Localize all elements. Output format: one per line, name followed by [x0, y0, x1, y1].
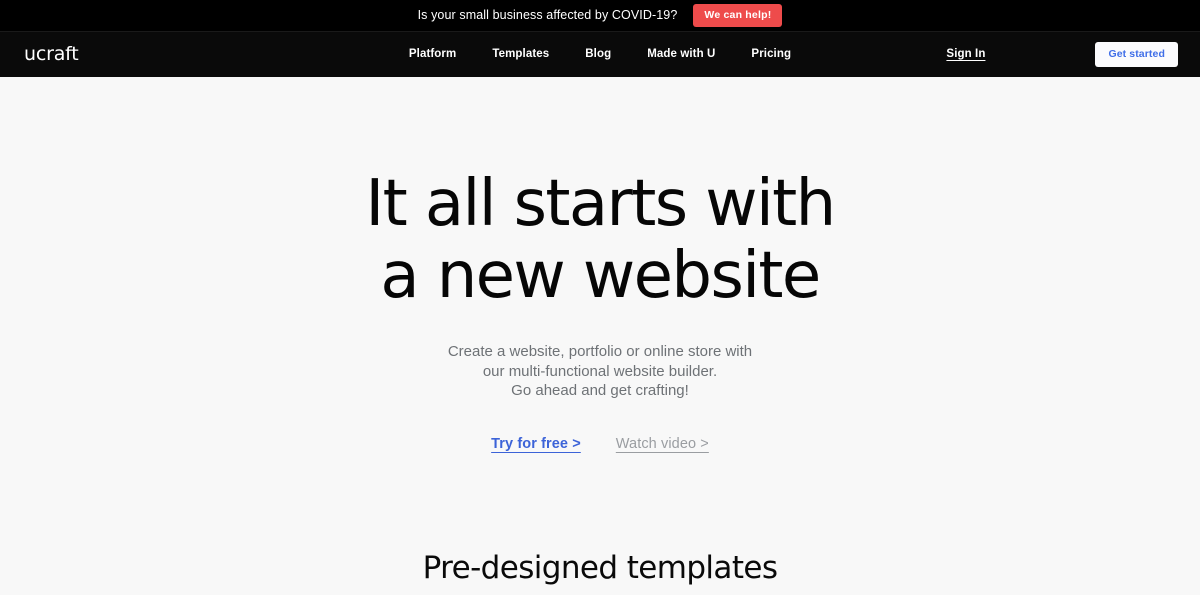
- hero-title-line-1: It all starts with: [365, 167, 836, 241]
- covid-banner-message: Is your small business affected by COVID…: [417, 8, 678, 23]
- get-started-button[interactable]: Get started: [1095, 42, 1178, 67]
- hero-title: It all starts with a new website: [0, 167, 1200, 313]
- main-navbar: ucraft Platform Templates Blog Made with…: [0, 32, 1200, 77]
- nav-item-platform[interactable]: Platform: [409, 48, 456, 61]
- hero-actions: Try for free > Watch video >: [0, 436, 1200, 452]
- nav-item-templates[interactable]: Templates: [492, 48, 549, 61]
- nav-item-made-with-u[interactable]: Made with U: [647, 48, 715, 61]
- covid-help-button[interactable]: We can help!: [693, 4, 783, 27]
- watch-video-link[interactable]: Watch video >: [616, 436, 709, 452]
- hero-subtitle-line-1: Create a website, portfolio or online st…: [447, 343, 753, 361]
- templates-section-title: Pre-designed templates: [422, 549, 778, 586]
- templates-section: Pre-designed templates: [0, 550, 1200, 587]
- hero-section: It all starts with a new website Create …: [0, 77, 1200, 452]
- nav-right-actions: Sign In Get started: [946, 42, 1178, 67]
- nav-links: Platform Templates Blog Made with U Pric…: [409, 48, 791, 61]
- sign-in-link[interactable]: Sign In: [946, 48, 985, 61]
- hero-subtitle: Create a website, portfolio or online st…: [0, 342, 1200, 401]
- covid-banner: Is your small business affected by COVID…: [0, 0, 1200, 32]
- try-for-free-link[interactable]: Try for free >: [491, 436, 581, 452]
- hero-subtitle-line-3: Go ahead and get crafting!: [511, 382, 689, 400]
- hero-title-line-2: a new website: [380, 238, 821, 313]
- hero-subtitle-line-2: our multi-functional website builder.: [482, 362, 718, 380]
- nav-item-blog[interactable]: Blog: [585, 48, 611, 61]
- nav-item-pricing[interactable]: Pricing: [751, 48, 791, 61]
- ucraft-logo[interactable]: ucraft: [24, 45, 79, 64]
